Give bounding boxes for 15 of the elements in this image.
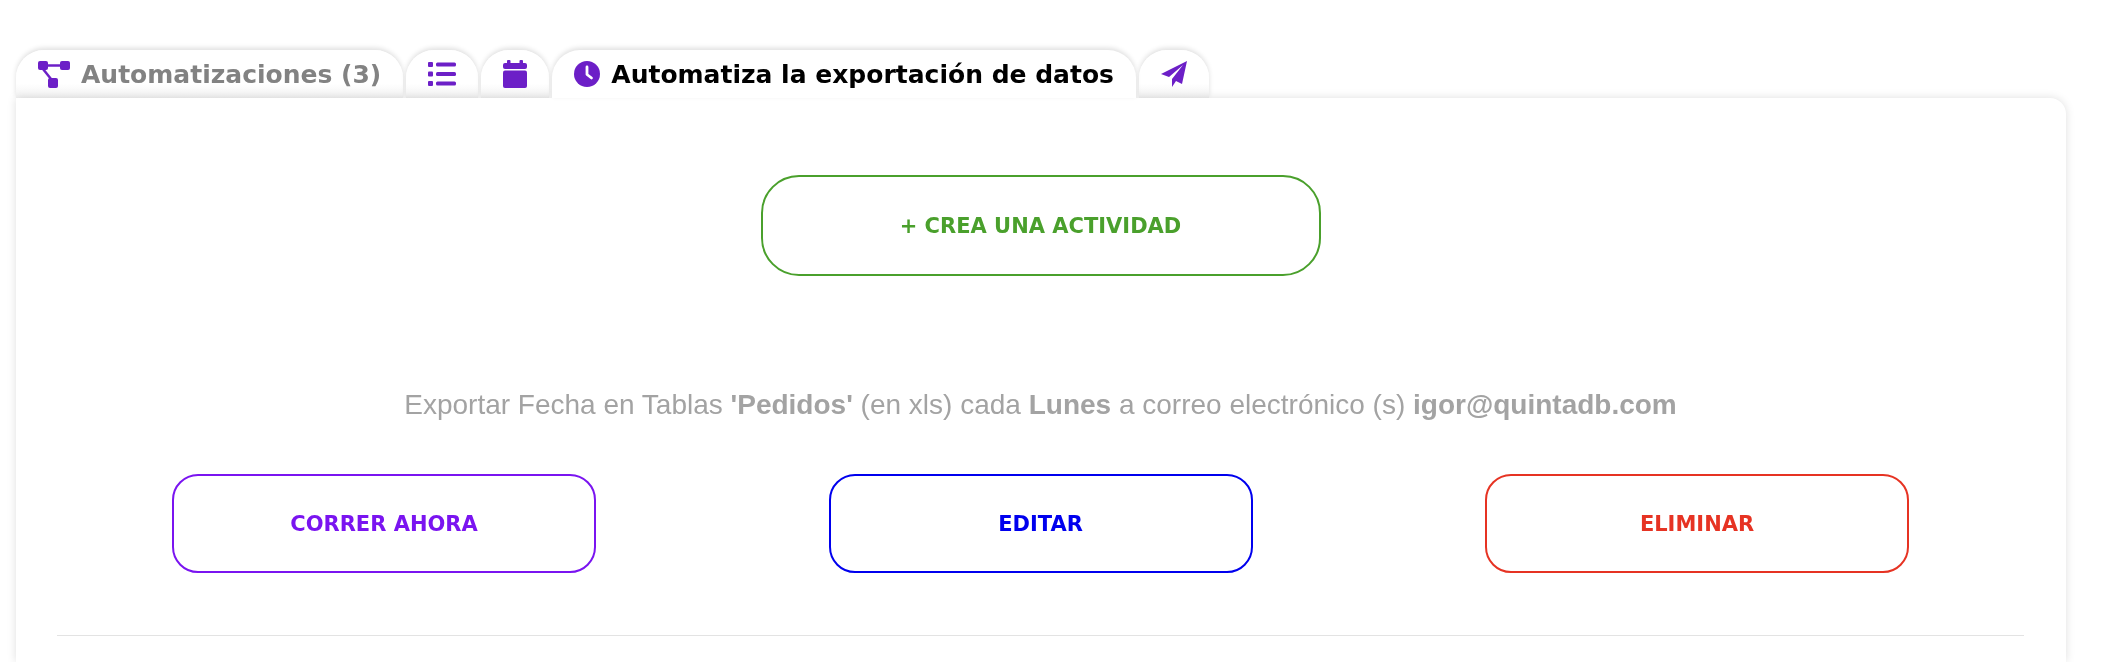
export-summary: Exportar Fecha en Tablas 'Pedidos' (en xls) cada Lunes a correo electrónico (s) igor@quintadb.com bbox=[403, 388, 1678, 422]
tab[interactable]: Automatizaciones (3) bbox=[16, 50, 404, 98]
tab[interactable] bbox=[481, 50, 550, 98]
edit-button[interactable]: EDITAR bbox=[828, 474, 1253, 573]
calendar-icon bbox=[503, 60, 528, 88]
list-icon bbox=[428, 62, 457, 86]
run-now-button[interactable]: CORRER AHORA bbox=[172, 474, 596, 573]
clock-icon bbox=[574, 61, 601, 87]
tab[interactable]: Automatiza la exportación de datos bbox=[552, 50, 1136, 98]
tab[interactable] bbox=[1138, 50, 1209, 98]
delete-button[interactable]: ELIMINAR bbox=[1485, 474, 1909, 573]
paper-plane-icon bbox=[1160, 61, 1187, 87]
tab[interactable] bbox=[406, 50, 479, 98]
create-activity-button[interactable]: + CREA UNA ACTIVIDAD bbox=[760, 175, 1321, 276]
diagram-icon bbox=[38, 60, 70, 88]
